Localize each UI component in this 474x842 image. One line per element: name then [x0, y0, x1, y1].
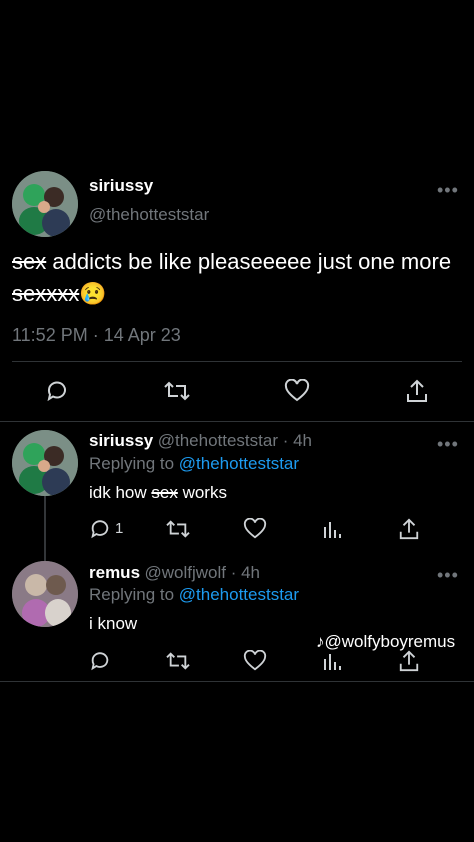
struck-word: sex — [151, 483, 178, 502]
avatar[interactable] — [12, 171, 78, 237]
replying-to-link[interactable]: @thehotteststar — [179, 454, 299, 473]
reply-header: siriussy @thehotteststar · 4h — [89, 431, 312, 451]
crying-emoji-icon: 😢 — [79, 281, 107, 306]
reply-icon[interactable] — [45, 379, 69, 403]
replying-to: Replying to @thehotteststar — [89, 454, 299, 474]
reply-icon[interactable] — [89, 650, 111, 672]
share-icon[interactable] — [398, 517, 420, 541]
like-icon[interactable] — [284, 379, 310, 403]
tiktok-watermark: ♪@wolfyboyremus — [316, 632, 455, 652]
reply-text-pre: idk how — [89, 483, 152, 502]
author-name[interactable]: siriussy — [89, 176, 153, 196]
author-name[interactable]: remus — [89, 563, 140, 582]
avatar[interactable] — [12, 430, 78, 496]
tweet-text: sex addicts be like pleaseeeee just one … — [12, 246, 462, 310]
avatar[interactable] — [12, 561, 78, 627]
replying-to-link[interactable]: @thehotteststar — [179, 585, 299, 604]
divider — [0, 681, 474, 682]
share-icon[interactable] — [398, 649, 420, 673]
thread-line — [44, 496, 46, 562]
share-icon[interactable] — [405, 378, 429, 404]
tweet-text-body: addicts be like pleaseeeee just one more — [46, 249, 452, 274]
replying-to-label: Replying to — [89, 454, 179, 473]
reply-icon[interactable] — [89, 518, 111, 540]
reply-text-post: works — [177, 483, 227, 502]
tiktok-logo-icon: ♪ — [316, 632, 325, 651]
analytics-icon[interactable] — [322, 650, 342, 672]
replying-to: Replying to @thehotteststar — [89, 585, 299, 605]
retweet-icon[interactable] — [165, 650, 191, 672]
more-options-icon[interactable]: ••• — [437, 180, 459, 201]
like-icon[interactable] — [243, 650, 267, 672]
timestamp[interactable]: 11:52 PM · 14 Apr 23 — [12, 325, 181, 346]
author-meta[interactable]: @thehotteststar · 4h — [158, 431, 312, 450]
watermark-handle: @wolfyboyremus — [324, 632, 456, 651]
struck-word: sex — [12, 249, 47, 274]
divider — [12, 361, 462, 362]
reply-count: 1 — [115, 520, 124, 537]
reply-header: remus @wolfjwolf · 4h — [89, 563, 260, 583]
author-name[interactable]: siriussy — [89, 431, 153, 450]
retweet-icon[interactable] — [163, 379, 191, 403]
reply-text: i know — [89, 614, 138, 633]
author-meta[interactable]: @wolfjwolf · 4h — [144, 563, 260, 582]
analytics-icon[interactable] — [322, 518, 342, 540]
reply-text: idk how sex works — [89, 483, 227, 503]
like-icon[interactable] — [243, 518, 267, 540]
divider — [0, 421, 474, 422]
struck-word: sexxxx — [12, 281, 80, 306]
retweet-icon[interactable] — [165, 518, 191, 540]
more-options-icon[interactable]: ••• — [437, 434, 459, 455]
replying-to-label: Replying to — [89, 585, 179, 604]
more-options-icon[interactable]: ••• — [437, 565, 459, 586]
author-handle[interactable]: @thehotteststar — [89, 205, 209, 225]
